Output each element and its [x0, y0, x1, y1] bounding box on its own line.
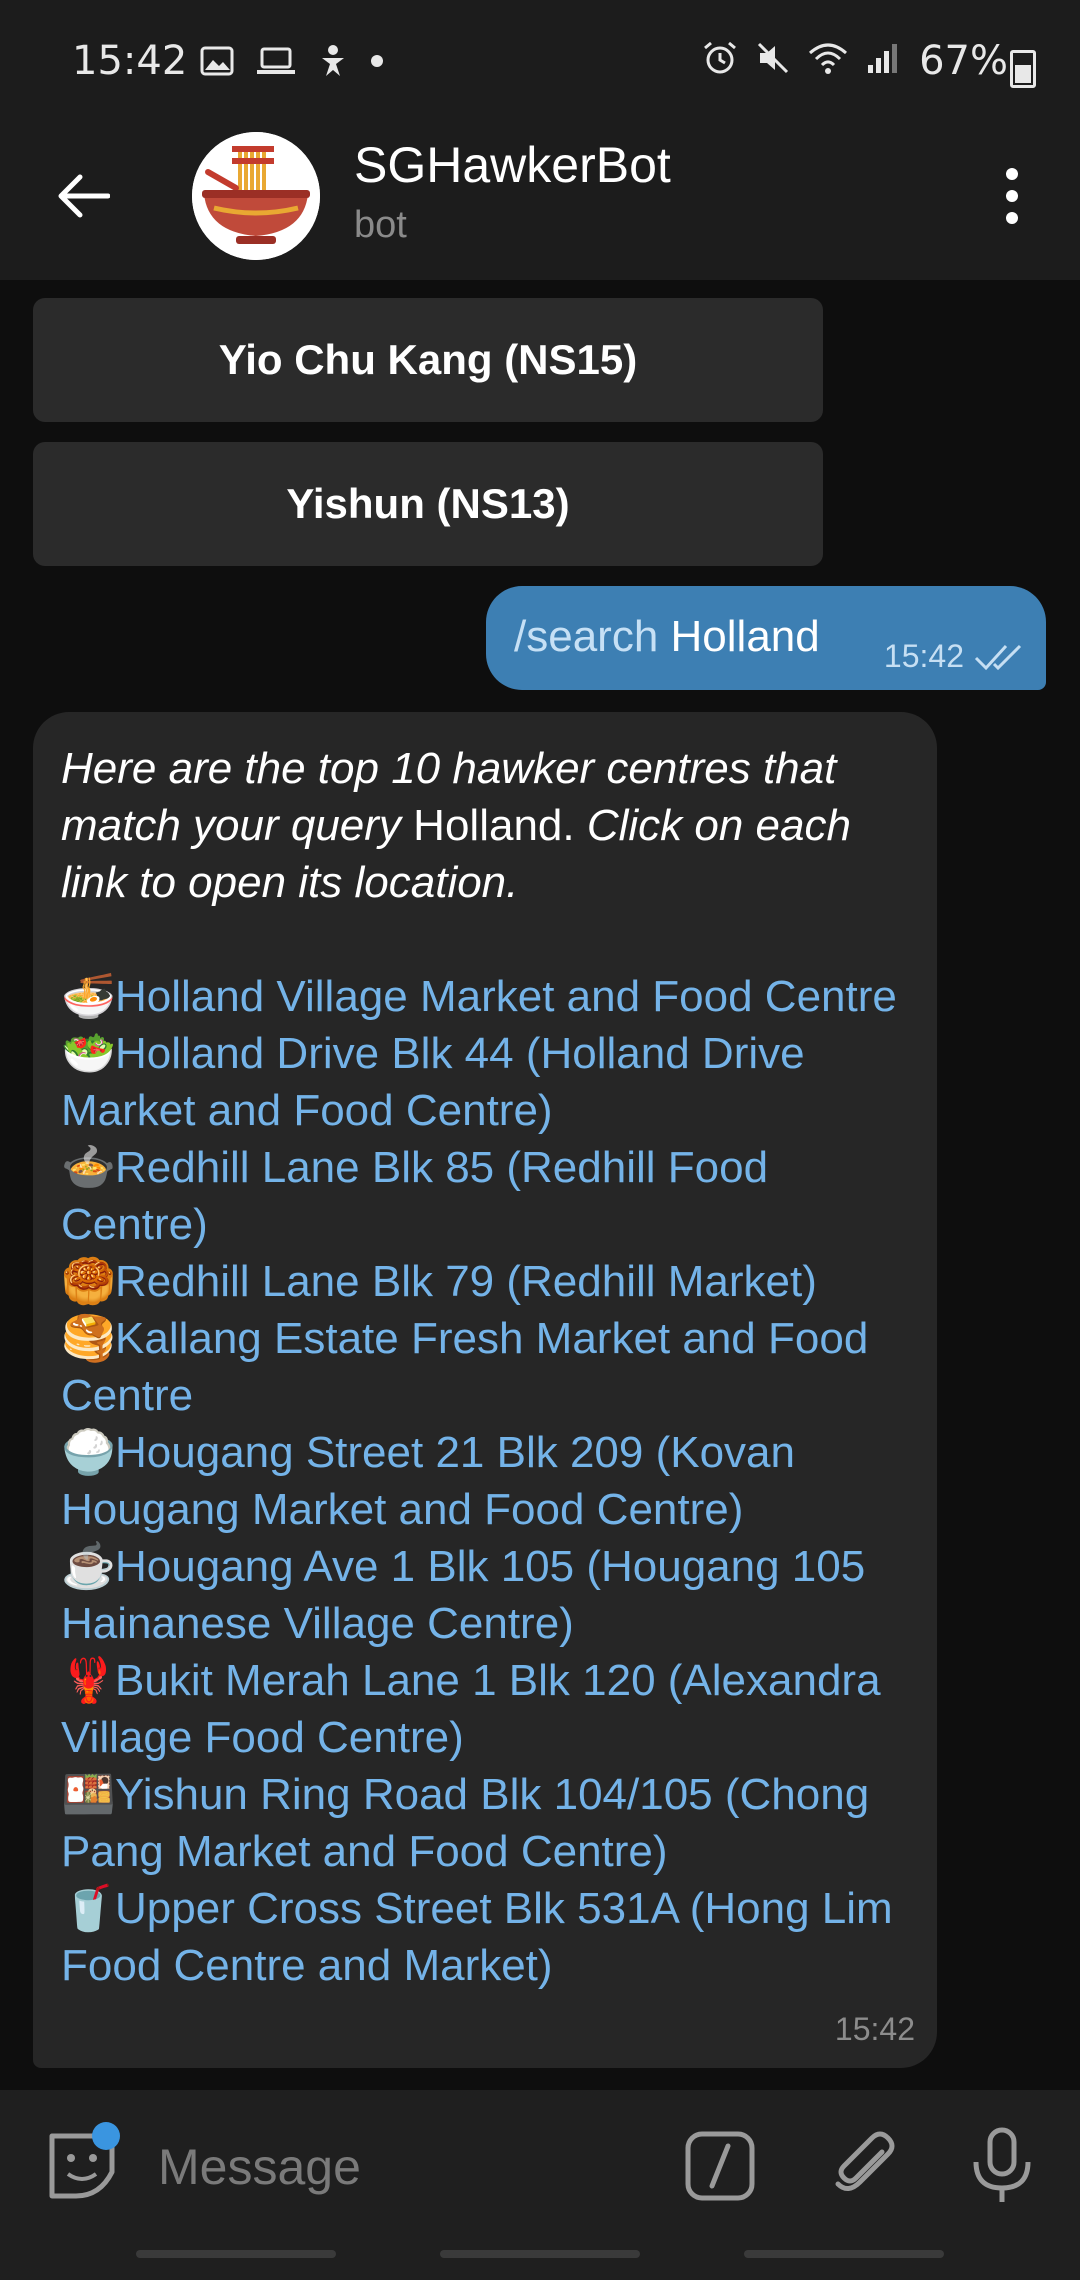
- food-emoji-icon: 🥞: [61, 1314, 116, 1363]
- link-text[interactable]: Yishun Ring Road Blk 104/105 (Chong Pang…: [61, 1770, 869, 1876]
- food-emoji-icon: 🦞: [61, 1656, 116, 1705]
- keyboard-button-yio-chu-kang[interactable]: Yio Chu Kang (NS15): [33, 298, 823, 422]
- link-text[interactable]: Redhill Lane Blk 79 (Redhill Market): [115, 1257, 817, 1306]
- bot-commands-button[interactable]: [684, 2130, 756, 2202]
- food-emoji-icon: 🍚: [61, 1428, 116, 1477]
- link-text[interactable]: Hougang Street 21 Blk 209 (Kovan Hougang…: [61, 1428, 795, 1534]
- arrow-left-icon: [58, 174, 110, 218]
- menu-dot: [1006, 190, 1018, 202]
- link-text[interactable]: Upper Cross Street Blk 531A (Hong Lim Fo…: [61, 1884, 893, 1990]
- hawker-link[interactable]: 🥤Upper Cross Street Blk 531A (Hong Lim F…: [61, 1880, 909, 1994]
- hawker-link[interactable]: 🦞Bukit Merah Lane 1 Blk 120 (Alexandra V…: [61, 1652, 909, 1766]
- accessibility-icon: [322, 45, 344, 76]
- nav-home-button[interactable]: [440, 2250, 640, 2258]
- link-text[interactable]: Kallang Estate Fresh Market and Food Cen…: [61, 1314, 868, 1420]
- back-button[interactable]: [44, 156, 124, 236]
- food-emoji-icon: 🥮: [61, 1257, 116, 1306]
- nav-back-button[interactable]: [744, 2250, 944, 2258]
- intro-query: Holland.: [413, 801, 575, 850]
- system-nav-bar: [0, 2240, 1080, 2280]
- link-text[interactable]: Hougang Ave 1 Blk 105 (Hougang 105 Haina…: [61, 1542, 865, 1648]
- hawker-link[interactable]: 🥗Holland Drive Blk 44 (Holland Drive Mar…: [61, 1025, 909, 1139]
- status-bar: 15:42 67%: [0, 0, 1080, 112]
- food-emoji-icon: 🍜: [61, 972, 116, 1021]
- food-emoji-icon: 🥗: [61, 1029, 116, 1078]
- voice-record-button[interactable]: [968, 2126, 1036, 2206]
- hawker-link[interactable]: ☕Hougang Ave 1 Blk 105 (Hougang 105 Hain…: [61, 1538, 909, 1652]
- chat-header: SGHawkerBot bot: [0, 112, 1080, 280]
- slash-command-icon: [685, 2131, 755, 2201]
- alarm-icon: [704, 41, 736, 74]
- battery-icon: [1010, 50, 1036, 88]
- food-emoji-icon: 🍱: [61, 1770, 116, 1819]
- hawker-link[interactable]: 🍜Holland Village Market and Food Centre: [61, 968, 909, 1025]
- mute-icon: [757, 42, 789, 74]
- incoming-message[interactable]: Here are the top 10 hawker centres that …: [33, 712, 937, 2068]
- dot-icon: [371, 55, 383, 67]
- paperclip-icon: [835, 2131, 895, 2191]
- chat-title[interactable]: SGHawkerBot: [354, 136, 671, 194]
- status-time: 15:42: [72, 38, 188, 84]
- food-emoji-icon: 🥤: [61, 1884, 116, 1933]
- attach-button[interactable]: [828, 2128, 904, 2204]
- link-text[interactable]: Holland Drive Blk 44 (Holland Drive Mark…: [61, 1029, 805, 1135]
- message-time: 15:42: [834, 2011, 915, 2047]
- outgoing-text: /search Holland: [514, 612, 820, 662]
- bot-avatar[interactable]: [192, 132, 320, 260]
- hawker-link[interactable]: 🥞Kallang Estate Fresh Market and Food Ce…: [61, 1310, 909, 1424]
- wifi-icon: [809, 43, 847, 74]
- hawker-link[interactable]: 🥮Redhill Lane Blk 79 (Redhill Market): [61, 1253, 909, 1310]
- hawker-link[interactable]: 🍚Hougang Street 21 Blk 209 (Kovan Hougan…: [61, 1424, 909, 1538]
- double-check-icon: [974, 644, 1022, 671]
- battery-percent: 67%: [919, 38, 1008, 84]
- more-menu-button[interactable]: [984, 156, 1040, 236]
- noodle-bowl-icon: [192, 132, 320, 260]
- nav-recents-button[interactable]: [136, 2250, 336, 2258]
- message-input[interactable]: [156, 2130, 660, 2204]
- laptop-icon: [257, 47, 295, 74]
- status-right-icons: [702, 40, 900, 76]
- message-composer: [0, 2090, 1080, 2240]
- hawker-link-list: 🍜Holland Village Market and Food Centre …: [61, 968, 909, 1994]
- image-icon: [200, 46, 234, 76]
- notification-dot: [92, 2122, 120, 2150]
- link-text[interactable]: Bukit Merah Lane 1 Blk 120 (Alexandra Vi…: [61, 1656, 881, 1762]
- menu-dot: [1006, 168, 1018, 180]
- food-emoji-icon: 🍲: [61, 1143, 116, 1192]
- status-left-icons: [200, 44, 384, 78]
- signal-icon: [868, 44, 897, 73]
- link-text[interactable]: Redhill Lane Blk 85 (Redhill Food Centre…: [61, 1143, 768, 1249]
- menu-dot: [1006, 212, 1018, 224]
- hawker-link[interactable]: 🍲Redhill Lane Blk 85 (Redhill Food Centr…: [61, 1139, 909, 1253]
- intro-text: Here are the top 10 hawker centres that …: [61, 740, 909, 911]
- outgoing-message[interactable]: /search Holland 15:42: [486, 586, 1046, 690]
- message-time: 15:42: [883, 638, 964, 674]
- chat-subtitle: bot: [354, 204, 407, 246]
- command-text[interactable]: /search: [514, 612, 658, 661]
- food-emoji-icon: ☕: [61, 1542, 116, 1591]
- chat-area[interactable]: Yio Chu Kang (NS15) Yishun (NS13) /searc…: [0, 280, 1080, 2090]
- command-argument: Holland: [670, 612, 820, 661]
- keyboard-button-yishun[interactable]: Yishun (NS13): [33, 442, 823, 566]
- link-text[interactable]: Holland Village Market and Food Centre: [115, 972, 897, 1021]
- hawker-link[interactable]: 🍱Yishun Ring Road Blk 104/105 (Chong Pan…: [61, 1766, 909, 1880]
- microphone-icon: [973, 2127, 1031, 2202]
